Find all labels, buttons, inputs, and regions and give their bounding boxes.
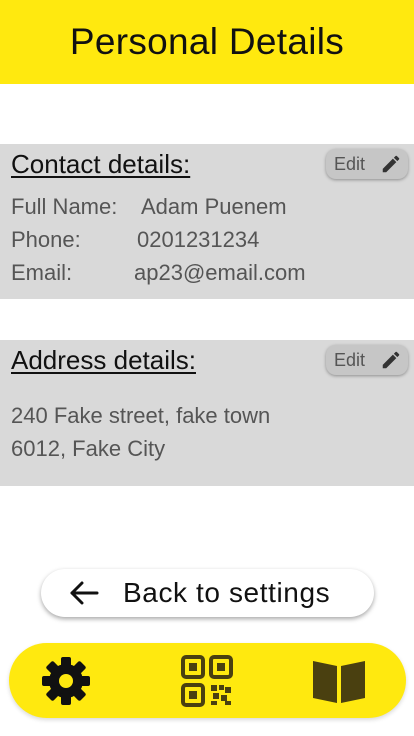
contact-details-card: Contact details: Edit Full Name: Adam Pu… [0,144,414,299]
arrow-left-icon [70,581,99,605]
email-label: Email: [11,260,73,285]
contact-edit-label: Edit [334,153,366,174]
address-edit-button[interactable]: Edit [326,345,408,375]
bottom-nav-bar [9,643,406,718]
personal-details-screen: Personal Details Contact details: Edit F… [0,0,414,736]
full-name-value: Adam Puenem [141,194,287,219]
back-to-settings-label: Back to settings [123,577,331,608]
nav-book-button[interactable] [311,653,367,709]
address-details-title: Address details: [11,345,196,375]
address-line-2: 6012, Fake City [11,436,166,461]
email-value: ap23@email.com [134,260,306,285]
phone-value: 0201231234 [137,227,260,252]
back-to-settings-button[interactable]: Back to settings [41,569,374,617]
email-row: Email: ap23@email.com [11,260,306,286]
nav-settings-button[interactable] [38,653,94,709]
full-name-row: Full Name: Adam Puenem [11,194,287,220]
phone-label: Phone: [11,227,81,252]
nav-qr-button[interactable] [179,653,235,709]
address-line-1: 240 Fake street, fake town [11,403,271,428]
header-bar: Personal Details [0,0,414,84]
gear-icon [42,657,90,705]
address-details-card: Address details: Edit 240 Fake street, f… [0,340,414,486]
address-edit-label: Edit [334,349,366,370]
contact-edit-button[interactable]: Edit [326,149,408,179]
contact-details-title: Contact details: [11,149,191,179]
phone-row: Phone: 0201231234 [11,227,259,253]
qr-code-icon [181,655,233,707]
full-name-label: Full Name: [11,194,118,219]
page-title: Personal Details [69,21,345,62]
pencil-icon [382,351,400,369]
pencil-icon [382,155,400,173]
book-icon [313,661,365,703]
